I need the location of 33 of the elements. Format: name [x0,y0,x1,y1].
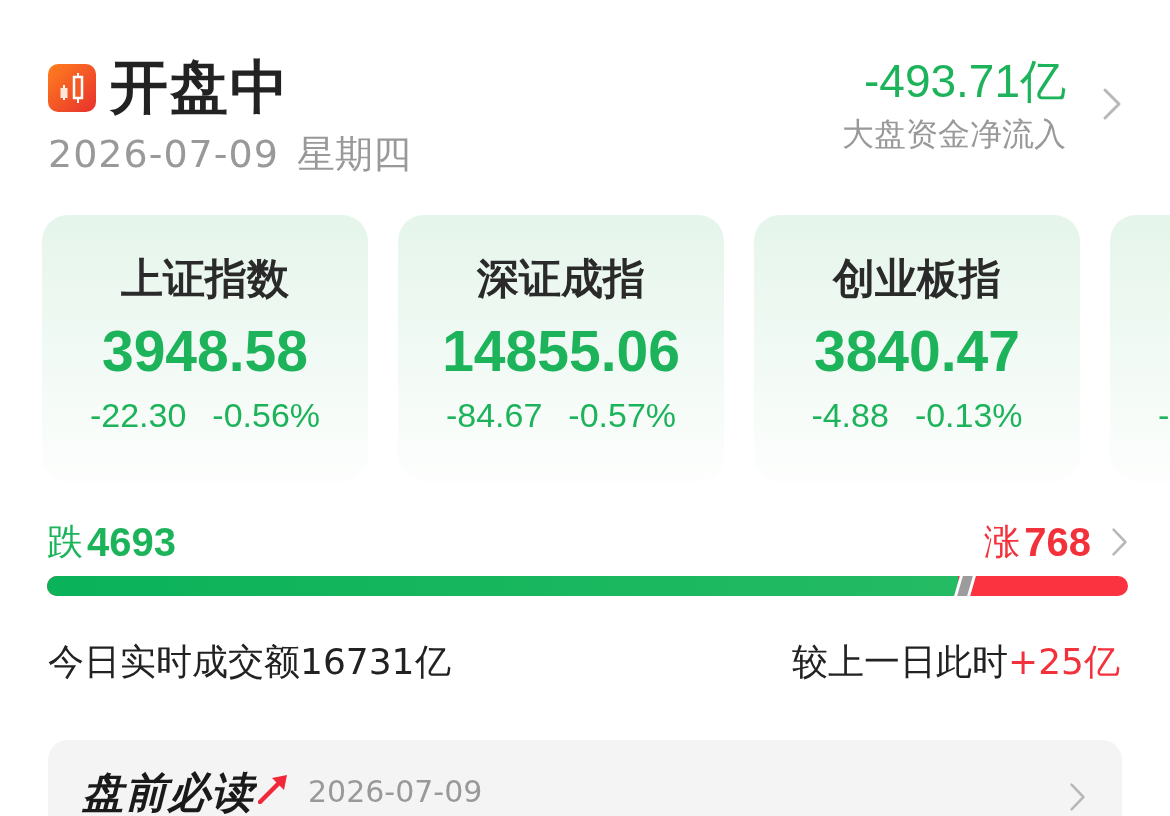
index-change: -4.88 [811,394,889,436]
index-change: -22.30 [89,394,187,436]
index-change: - [1158,394,1170,436]
market-status-title: 开盘中 [110,56,290,120]
index-value: 14855.06 [442,318,680,386]
chevron-right-icon[interactable] [1069,781,1086,812]
briefing-card[interactable]: 盘前必读 2026-07-09 [48,739,1122,816]
index-value: 3948.58 [101,318,308,386]
index-value: 3840.47 [813,318,1020,386]
turnover-value: 16731亿 [300,639,451,683]
chevron-right-icon[interactable] [1102,87,1122,122]
candlestick-icon [48,63,96,112]
index-change-percent: -0.56% [212,394,321,436]
advance-count: 768 [1024,519,1091,564]
index-change: -84.67 [445,394,543,436]
comparison-label: 较上一日此时 [792,639,1008,683]
advance-label: 涨 [984,520,1021,564]
index-name: 上证指数 [121,254,289,305]
decline-count: 4693 [87,519,176,564]
chevron-right-icon[interactable] [1111,526,1128,557]
rising-arrow-icon [258,773,288,804]
index-change-percent: -0.13% [914,394,1023,436]
briefing-date: 2026-07-09 [308,772,483,811]
net-flow-label: 大盘资金净流入 [842,114,1066,153]
decline-label: 跌 [47,520,83,564]
date-text: 2026-07-09 [48,133,279,176]
net-flow-value: -493.71亿 [864,56,1066,107]
turnover-label: 今日实时成交额 [48,639,300,683]
comparison-value: +25亿 [1008,639,1120,683]
weekday-text: 星期四 [296,133,411,176]
index-name: 创业板指 [833,254,1001,305]
index-name: 深证成指 [477,254,645,305]
index-change-percent: -0.57% [568,394,677,436]
